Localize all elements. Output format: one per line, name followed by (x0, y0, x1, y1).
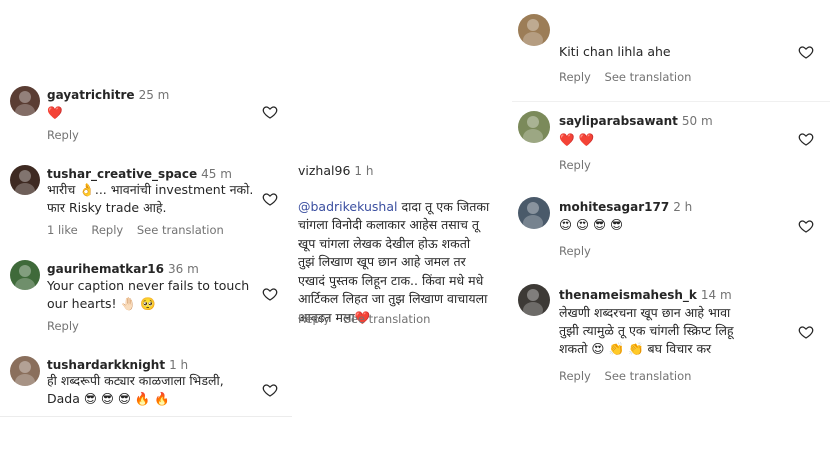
reply-button[interactable]: Reply (91, 223, 123, 237)
comment-text: ❤️ ❤️ (559, 132, 595, 147)
comment-time: 36 m (167, 262, 199, 276)
comments-panel-left: gayatrichitre 25 m ❤️ Reply tushar_creati… (0, 0, 292, 466)
reply-button[interactable]: Reply (47, 128, 79, 142)
comment-time: 14 m (700, 288, 732, 302)
avatar[interactable] (518, 197, 550, 229)
avatar[interactable] (10, 86, 40, 116)
avatar[interactable] (518, 111, 550, 143)
comment-item: sayliparabsawant 50 m ❤️ ❤️ Reply (512, 111, 830, 173)
heart-outline-icon[interactable] (262, 191, 278, 207)
comment-text: भारीच 👌... भावनांची investment नको. फार … (47, 182, 254, 215)
comment-item: mohitesagar177 2 h 😍 😍 😎 😎 Reply (512, 197, 830, 259)
avatar[interactable] (10, 260, 40, 290)
comment-text: Your caption never fails to touch our he… (47, 278, 250, 311)
reply-button[interactable]: Reply (559, 369, 591, 383)
comment-time: 50 m (681, 114, 713, 128)
heart-outline-icon[interactable] (798, 218, 814, 234)
comment-text-body: चांगला विनोदी कलाकार आहेस तसाच तू खूप चा… (298, 217, 488, 325)
comment-time: 25 m (138, 88, 170, 102)
comments-panel-middle: vizhal96 1 h @badrikekushal दादा तू एक जि… (298, 160, 508, 325)
see-translation-link[interactable]: See translation (137, 223, 224, 237)
reply-button[interactable]: Reply (298, 312, 330, 325)
reply-button[interactable]: Reply (559, 158, 591, 172)
avatar[interactable] (10, 165, 40, 195)
comment-item: gayatrichitre 25 m ❤️ Reply (0, 86, 292, 146)
mention-link[interactable]: @badrikekushal (298, 199, 397, 214)
comment-text: Kiti chan lihla ahe (559, 44, 671, 59)
reply-button[interactable]: Reply (47, 319, 79, 333)
comment-text: ही शब्दरूपी कट्यार काळजाला भिडली, Dada 😎… (47, 373, 224, 406)
comment-time: 1 h (169, 358, 189, 372)
comment-text: 😍 😍 😎 😎 (559, 217, 624, 232)
reply-button[interactable]: Reply (559, 244, 591, 258)
see-translation-link[interactable]: See translation (605, 369, 692, 383)
avatar[interactable] (518, 14, 550, 46)
heart-outline-icon[interactable] (262, 286, 278, 302)
comment-item: tushar_creative_space 45 m भारीच 👌... भाव… (0, 165, 292, 245)
comment-text: लेखणी शब्दरचना खूप छान आहे भावा तुझी त्य… (559, 305, 734, 356)
see-translation-link[interactable]: See translation (344, 312, 431, 325)
see-translation-link[interactable]: See translation (605, 70, 692, 84)
comment-username[interactable]: tushardarkknight (47, 358, 165, 372)
comment-username[interactable]: mohitesagar177 (559, 200, 669, 214)
comments-panel-right: Kiti chan lihla ahe Reply See translatio… (512, 0, 830, 466)
heart-outline-icon[interactable] (798, 324, 814, 340)
comment-item: thenameismahesh_k 14 m लेखणी शब्दरचना खूप… (512, 284, 830, 394)
comment-text-first-line: दादा तू एक जितका (397, 198, 490, 214)
comment-username[interactable]: sayliparabsawant (559, 114, 678, 128)
reply-button[interactable]: Reply (559, 70, 591, 84)
avatar[interactable] (10, 356, 40, 386)
comment-time: 1 h (354, 164, 374, 178)
heart-outline-icon[interactable] (798, 44, 814, 60)
likes-count[interactable]: 1 like (47, 223, 78, 237)
heart-outline-icon[interactable] (262, 104, 278, 120)
comment-username[interactable]: tushar_creative_space (47, 167, 197, 181)
comment-item: Kiti chan lihla ahe Reply See translatio… (512, 14, 830, 90)
fade-overlay (496, 160, 508, 325)
comment-item: gaurihematkar16 36 m Your caption never f… (0, 260, 292, 340)
avatar[interactable] (518, 284, 550, 316)
comment-username[interactable]: gayatrichitre (47, 88, 135, 102)
comment-username[interactable]: thenameismahesh_k (559, 288, 697, 302)
comment-time: 2 h (673, 200, 693, 214)
panel-divider (0, 416, 292, 417)
comment-text: @badrikekushal दादा तू एक जितका चांगला व… (298, 179, 508, 325)
section-divider (512, 101, 830, 102)
comment-time: 45 m (201, 167, 232, 181)
comment-text: ❤️ (47, 105, 63, 120)
heart-outline-icon[interactable] (798, 131, 814, 147)
comment-username[interactable]: vizhal96 (298, 163, 350, 178)
comment-username[interactable]: gaurihematkar16 (47, 262, 164, 276)
heart-outline-icon[interactable] (262, 382, 278, 398)
comment-item: tushardarkknight 1 h ही शब्दरूपी कट्यार क… (0, 356, 292, 416)
